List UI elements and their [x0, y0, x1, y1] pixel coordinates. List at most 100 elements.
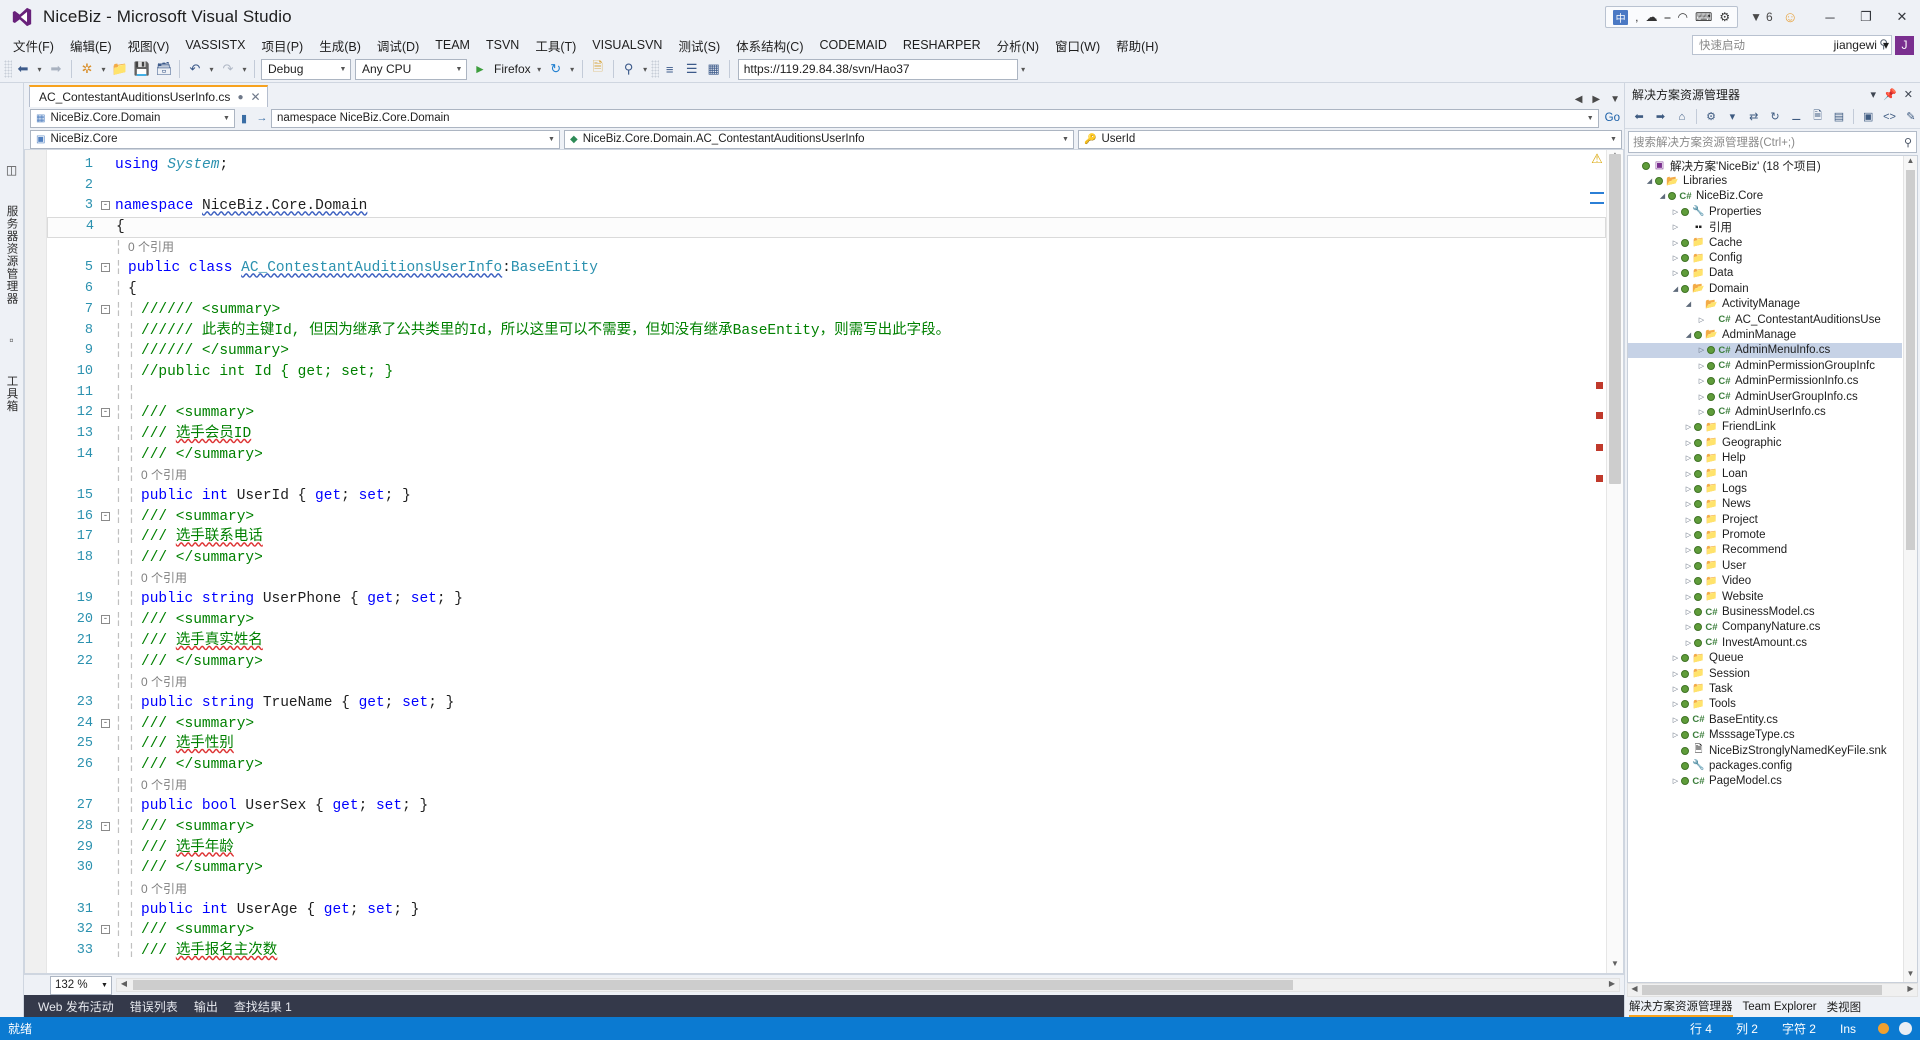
- save-all-icon[interactable]: 🗃: [153, 58, 175, 80]
- solution-platform-select[interactable]: Any CPU ▼: [355, 58, 467, 80]
- tree-item[interactable]: ▷ C# AdminUserInfo.cs: [1628, 404, 1902, 419]
- menu-tools[interactable]: 工具(T): [527, 34, 584, 57]
- code-text[interactable]: 0 个引用: [138, 672, 1606, 694]
- code-line[interactable]: 20- ¦ ¦ /// <summary>: [47, 610, 1606, 631]
- code-line[interactable]: 26 ¦ ¦ /// </summary>: [47, 755, 1606, 776]
- tree-expander-icon[interactable]: ▷: [1683, 470, 1694, 478]
- tab-web-publish-activity[interactable]: Web 发布活动: [30, 995, 122, 1017]
- menu-architecture[interactable]: 体系结构(C): [728, 34, 811, 57]
- member-select[interactable]: 🔑 UserId ▼: [1078, 129, 1622, 149]
- scroll-left-icon[interactable]: ◀: [1575, 94, 1583, 105]
- code-text[interactable]: public int UserId { get; set; }: [138, 486, 1606, 507]
- notifications-button[interactable]: ▼ 6: [1750, 10, 1773, 24]
- code-text[interactable]: /// </summary>: [138, 858, 1606, 879]
- fold-toggle-icon[interactable]: -: [99, 196, 112, 217]
- tree-horizontal-scrollbar[interactable]: ◀ ▶: [1627, 983, 1918, 997]
- code-text[interactable]: ////// 此表的主键Id, 但因为继承了公共类里的Id，所以这里可以不需要，…: [138, 321, 1606, 342]
- menu-visualsvn[interactable]: VISUALSVN: [584, 36, 670, 54]
- code-text[interactable]: 0 个引用: [138, 568, 1606, 590]
- tree-item[interactable]: ▷ 📁 Session: [1628, 666, 1902, 681]
- tree-expander-icon[interactable]: ▷: [1696, 316, 1707, 324]
- scroll-right-icon[interactable]: ▶: [1904, 984, 1917, 993]
- member-navigation-select[interactable]: namespace NiceBiz.Core.Domain ▼: [271, 108, 1599, 128]
- fold-toggle-icon[interactable]: -: [99, 714, 112, 735]
- scroll-down-icon[interactable]: ▼: [1607, 959, 1623, 973]
- tree-expander-icon[interactable]: ▷: [1683, 454, 1694, 462]
- chevron-down-icon[interactable]: ▼: [452, 66, 466, 73]
- chevron-down-icon[interactable]: ▼: [98, 982, 111, 989]
- close-button[interactable]: ✕: [1884, 4, 1920, 30]
- server-explorer-icon[interactable]: ◫: [6, 163, 17, 177]
- menu-resharper[interactable]: RESHARPER: [895, 36, 989, 54]
- tree-expander-icon[interactable]: ▷: [1683, 439, 1694, 447]
- menu-window[interactable]: 窗口(W): [1047, 34, 1108, 57]
- panel-close-icon[interactable]: ✕: [1904, 88, 1913, 101]
- scroll-right-icon[interactable]: ▶: [1605, 979, 1619, 988]
- tree-expander-icon[interactable]: ▷: [1670, 269, 1681, 277]
- editor-vertical-scrollbar[interactable]: ▲ ▼: [1606, 150, 1623, 973]
- tree-expander-icon[interactable]: ▷: [1670, 700, 1681, 708]
- properties-icon[interactable]: ▤: [1830, 107, 1848, 126]
- maximize-button[interactable]: ❐: [1848, 4, 1884, 30]
- tree-item[interactable]: ▷ 📁 Help: [1628, 450, 1902, 465]
- tree-expander-icon[interactable]: ▷: [1683, 577, 1694, 585]
- tree-expander-icon[interactable]: ▷: [1696, 393, 1707, 401]
- codelens-reference-row[interactable]: ¦ ¦ 0 个引用: [47, 569, 1606, 590]
- tree-expander-icon[interactable]: ▷: [1670, 670, 1681, 678]
- tree-item[interactable]: ▷ 📁 Loan: [1628, 466, 1902, 481]
- tree-expander-icon[interactable]: ▷: [1670, 654, 1681, 662]
- code-text[interactable]: namespace NiceBiz.Core.Domain: [112, 196, 1606, 217]
- codelens-reference-count[interactable]: 0 个引用: [141, 778, 187, 792]
- fold-toggle-icon[interactable]: -: [99, 258, 112, 279]
- code-text[interactable]: 0 个引用: [138, 775, 1606, 797]
- panel-icon[interactable]: ▦: [703, 58, 725, 80]
- code-line[interactable]: 30 ¦ ¦ /// </summary>: [47, 858, 1606, 879]
- code-line[interactable]: 27 ¦ ¦ public bool UserSex { get; set; }: [47, 796, 1606, 817]
- navigate-next-icon[interactable]: →: [253, 112, 271, 124]
- forward-icon[interactable]: ➡: [1651, 107, 1669, 126]
- minimize-button[interactable]: ─: [1812, 4, 1848, 30]
- code-text[interactable]: /// 选手会员ID: [138, 424, 1606, 445]
- menu-help[interactable]: 帮助(H): [1108, 34, 1166, 57]
- code-line[interactable]: 17 ¦ ¦/// 选手联系电话: [47, 527, 1606, 548]
- ime-toolbox-icon[interactable]: ◠: [1678, 10, 1688, 24]
- tab-solution-explorer[interactable]: 解决方案资源管理器: [1629, 998, 1733, 1017]
- ime-settings-icon[interactable]: ⚙: [1719, 10, 1730, 24]
- code-text[interactable]: /// <summary>: [138, 610, 1606, 631]
- tree-expander-icon[interactable]: ◢: [1657, 192, 1668, 200]
- tree-expander-icon[interactable]: ▷: [1683, 546, 1694, 554]
- code-text[interactable]: /// 选手年龄: [138, 838, 1606, 859]
- code-health-indicator-icon[interactable]: ⚠: [1590, 152, 1604, 166]
- tree-item[interactable]: ▷ 📁 FriendLink: [1628, 420, 1902, 435]
- refresh-icon[interactable]: ↻: [1766, 107, 1784, 126]
- send-feedback-icon[interactable]: ☺: [1783, 9, 1798, 26]
- editor-horizontal-scrollbar[interactable]: ◀ ▶: [116, 978, 1620, 992]
- tree-item[interactable]: ▷ C# CompanyNature.cs: [1628, 620, 1902, 635]
- tree-item[interactable]: ▷ C# BusinessModel.cs: [1628, 604, 1902, 619]
- codelens-reference-row[interactable]: ¦ ¦ 0 个引用: [47, 879, 1606, 900]
- menu-edit[interactable]: 编辑(E): [62, 34, 120, 57]
- code-text[interactable]: //public int Id { get; set; }: [138, 362, 1606, 383]
- codelens-reference-row[interactable]: ¦ 0 个引用: [47, 238, 1606, 259]
- code-text[interactable]: /// 选手报名主次数: [138, 941, 1606, 962]
- preview-selected-items-icon[interactable]: ▣: [1859, 107, 1877, 126]
- tree-item[interactable]: ▷ 📁 Queue: [1628, 651, 1902, 666]
- code-text[interactable]: /// 选手真实姓名: [138, 631, 1606, 652]
- code-text[interactable]: public string TrueName { get; set; }: [138, 693, 1606, 714]
- tree-item[interactable]: ◢ 📂 Libraries: [1628, 173, 1902, 188]
- tree-item[interactable]: ▷ C# InvestAmount.cs: [1628, 635, 1902, 650]
- tree-item[interactable]: ▷ 📁 Data: [1628, 266, 1902, 281]
- code-text[interactable]: /// <summary>: [138, 817, 1606, 838]
- chevron-down-icon[interactable]: ▼: [1606, 136, 1621, 143]
- code-line[interactable]: 15 ¦ ¦ public int UserId { get; set; }: [47, 486, 1606, 507]
- chevron-down-icon[interactable]: ▼: [1058, 136, 1073, 143]
- tree-item[interactable]: ▷ 📁 Website: [1628, 589, 1902, 604]
- close-icon[interactable]: ✕: [250, 90, 260, 104]
- codelens-reference-row[interactable]: ¦ ¦ 0 个引用: [47, 776, 1606, 797]
- tree-expander-icon[interactable]: ◢: [1670, 285, 1681, 293]
- code-line[interactable]: 22 ¦ ¦ /// </summary>: [47, 652, 1606, 673]
- code-line[interactable]: 23 ¦ ¦ public string TrueName { get; set; }: [47, 693, 1606, 714]
- tab-find-results-1[interactable]: 查找结果 1: [226, 995, 300, 1017]
- chevron-down-icon[interactable]: ▼: [336, 66, 350, 73]
- codelens-reference-count[interactable]: 0 个引用: [141, 675, 187, 689]
